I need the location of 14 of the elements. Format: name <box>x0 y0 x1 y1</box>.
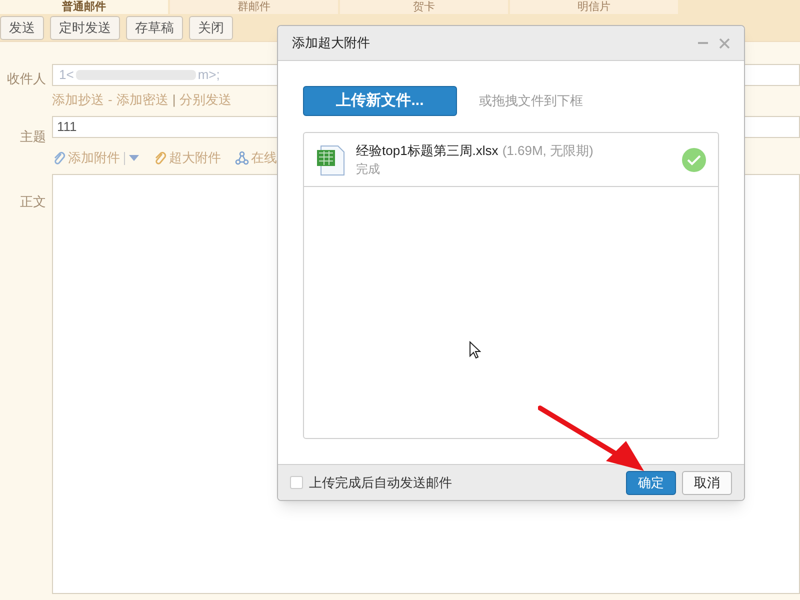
field-label: 正文 <box>20 193 46 211</box>
separator: | <box>172 91 176 110</box>
dialog-title: 添加超大附件 <box>292 34 371 52</box>
recipient-text: m>; <box>198 66 220 84</box>
separator: - <box>108 91 112 110</box>
upload-status: 完成 <box>356 161 381 178</box>
file-name: 经验top1标题第三周.xlsx <box>356 142 498 160</box>
field-label: 主题 <box>20 128 46 146</box>
subject-text: 111 <box>57 118 77 136</box>
recipient-text: 1< <box>59 66 74 84</box>
drag-hint: 或拖拽文件到下框 <box>479 92 583 110</box>
field-label: 收件人 <box>7 70 46 88</box>
checkbox-label: 上传完成后自动发送邮件 <box>309 474 453 492</box>
file-meta: (1.69M, 无限期) <box>502 142 594 160</box>
